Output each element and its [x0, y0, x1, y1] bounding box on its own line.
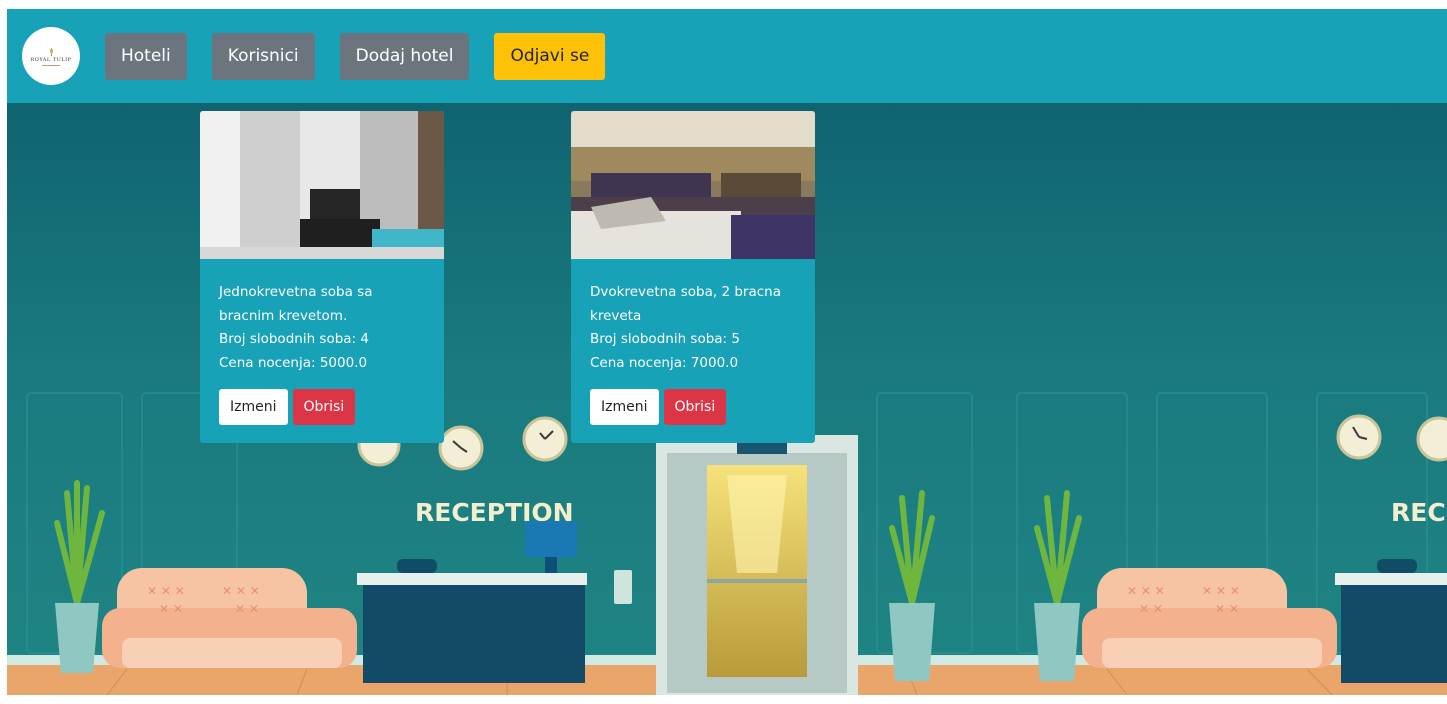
svg-text:✕ ✕ ✕: ✕ ✕ ✕ [147, 584, 185, 598]
svg-text:✕ ✕ ✕: ✕ ✕ ✕ [1202, 584, 1240, 598]
room-card: Jednokrevetna soba sa bracnim krevetom. … [200, 111, 444, 443]
delete-room-button[interactable]: Obrisi [292, 389, 356, 425]
edit-room-button[interactable]: Izmeni [590, 389, 659, 425]
svg-text:✕ ✕ ✕: ✕ ✕ ✕ [1127, 584, 1165, 598]
room-card-body: Dvokrevetna soba, 2 bracna kreveta Broj … [571, 259, 815, 425]
svg-text:✕ ✕: ✕ ✕ [1139, 602, 1163, 616]
svg-text:✕ ✕: ✕ ✕ [235, 602, 259, 616]
delete-room-button[interactable]: Obrisi [663, 389, 727, 425]
nav-add-hotel-button[interactable]: Dodaj hotel [339, 32, 470, 80]
brand-logo-rule [42, 64, 60, 66]
logout-button[interactable]: Odjavi se [494, 32, 606, 80]
nav-hotels-button[interactable]: Hoteli [105, 32, 187, 80]
nav-users-button[interactable]: Korisnici [211, 32, 315, 80]
svg-text:✕ ✕ ✕: ✕ ✕ ✕ [222, 584, 260, 598]
room-price: Cena nocenja: 7000.0 [590, 354, 739, 371]
brand-logo[interactable]: ROYAL TULIP [22, 27, 80, 85]
room-price: Cena nocenja: 5000.0 [219, 354, 368, 371]
navbar: ROYAL TULIP Hoteli Korisnici Dodaj hotel… [7, 9, 1447, 103]
brand-logo-text: ROYAL TULIP [30, 56, 72, 63]
room-description: Dvokrevetna soba, 2 bracna kreveta [590, 284, 781, 324]
room-photo [571, 111, 815, 259]
room-free-count: Broj slobodnih soba: 5 [590, 331, 740, 347]
room-photo [200, 111, 444, 259]
room-actions: Izmeni Obrisi [590, 389, 796, 425]
edit-room-button[interactable]: Izmeni [219, 389, 288, 425]
room-actions: Izmeni Obrisi [219, 389, 425, 425]
reception-sign-right: RECEI [1391, 498, 1447, 527]
svg-text:✕ ✕: ✕ ✕ [1215, 602, 1239, 616]
tulip-icon [49, 47, 53, 56]
svg-text:✕ ✕: ✕ ✕ [159, 602, 183, 616]
room-free-count: Broj slobodnih soba: 4 [219, 331, 369, 347]
room-card: Dvokrevetna soba, 2 bracna kreveta Broj … [571, 111, 815, 443]
room-card-body: Jednokrevetna soba sa bracnim krevetom. … [200, 259, 444, 425]
room-description: Jednokrevetna soba sa bracnim krevetom. [219, 284, 373, 324]
app-frame: ROYAL TULIP Hoteli Korisnici Dodaj hotel… [7, 9, 1447, 695]
